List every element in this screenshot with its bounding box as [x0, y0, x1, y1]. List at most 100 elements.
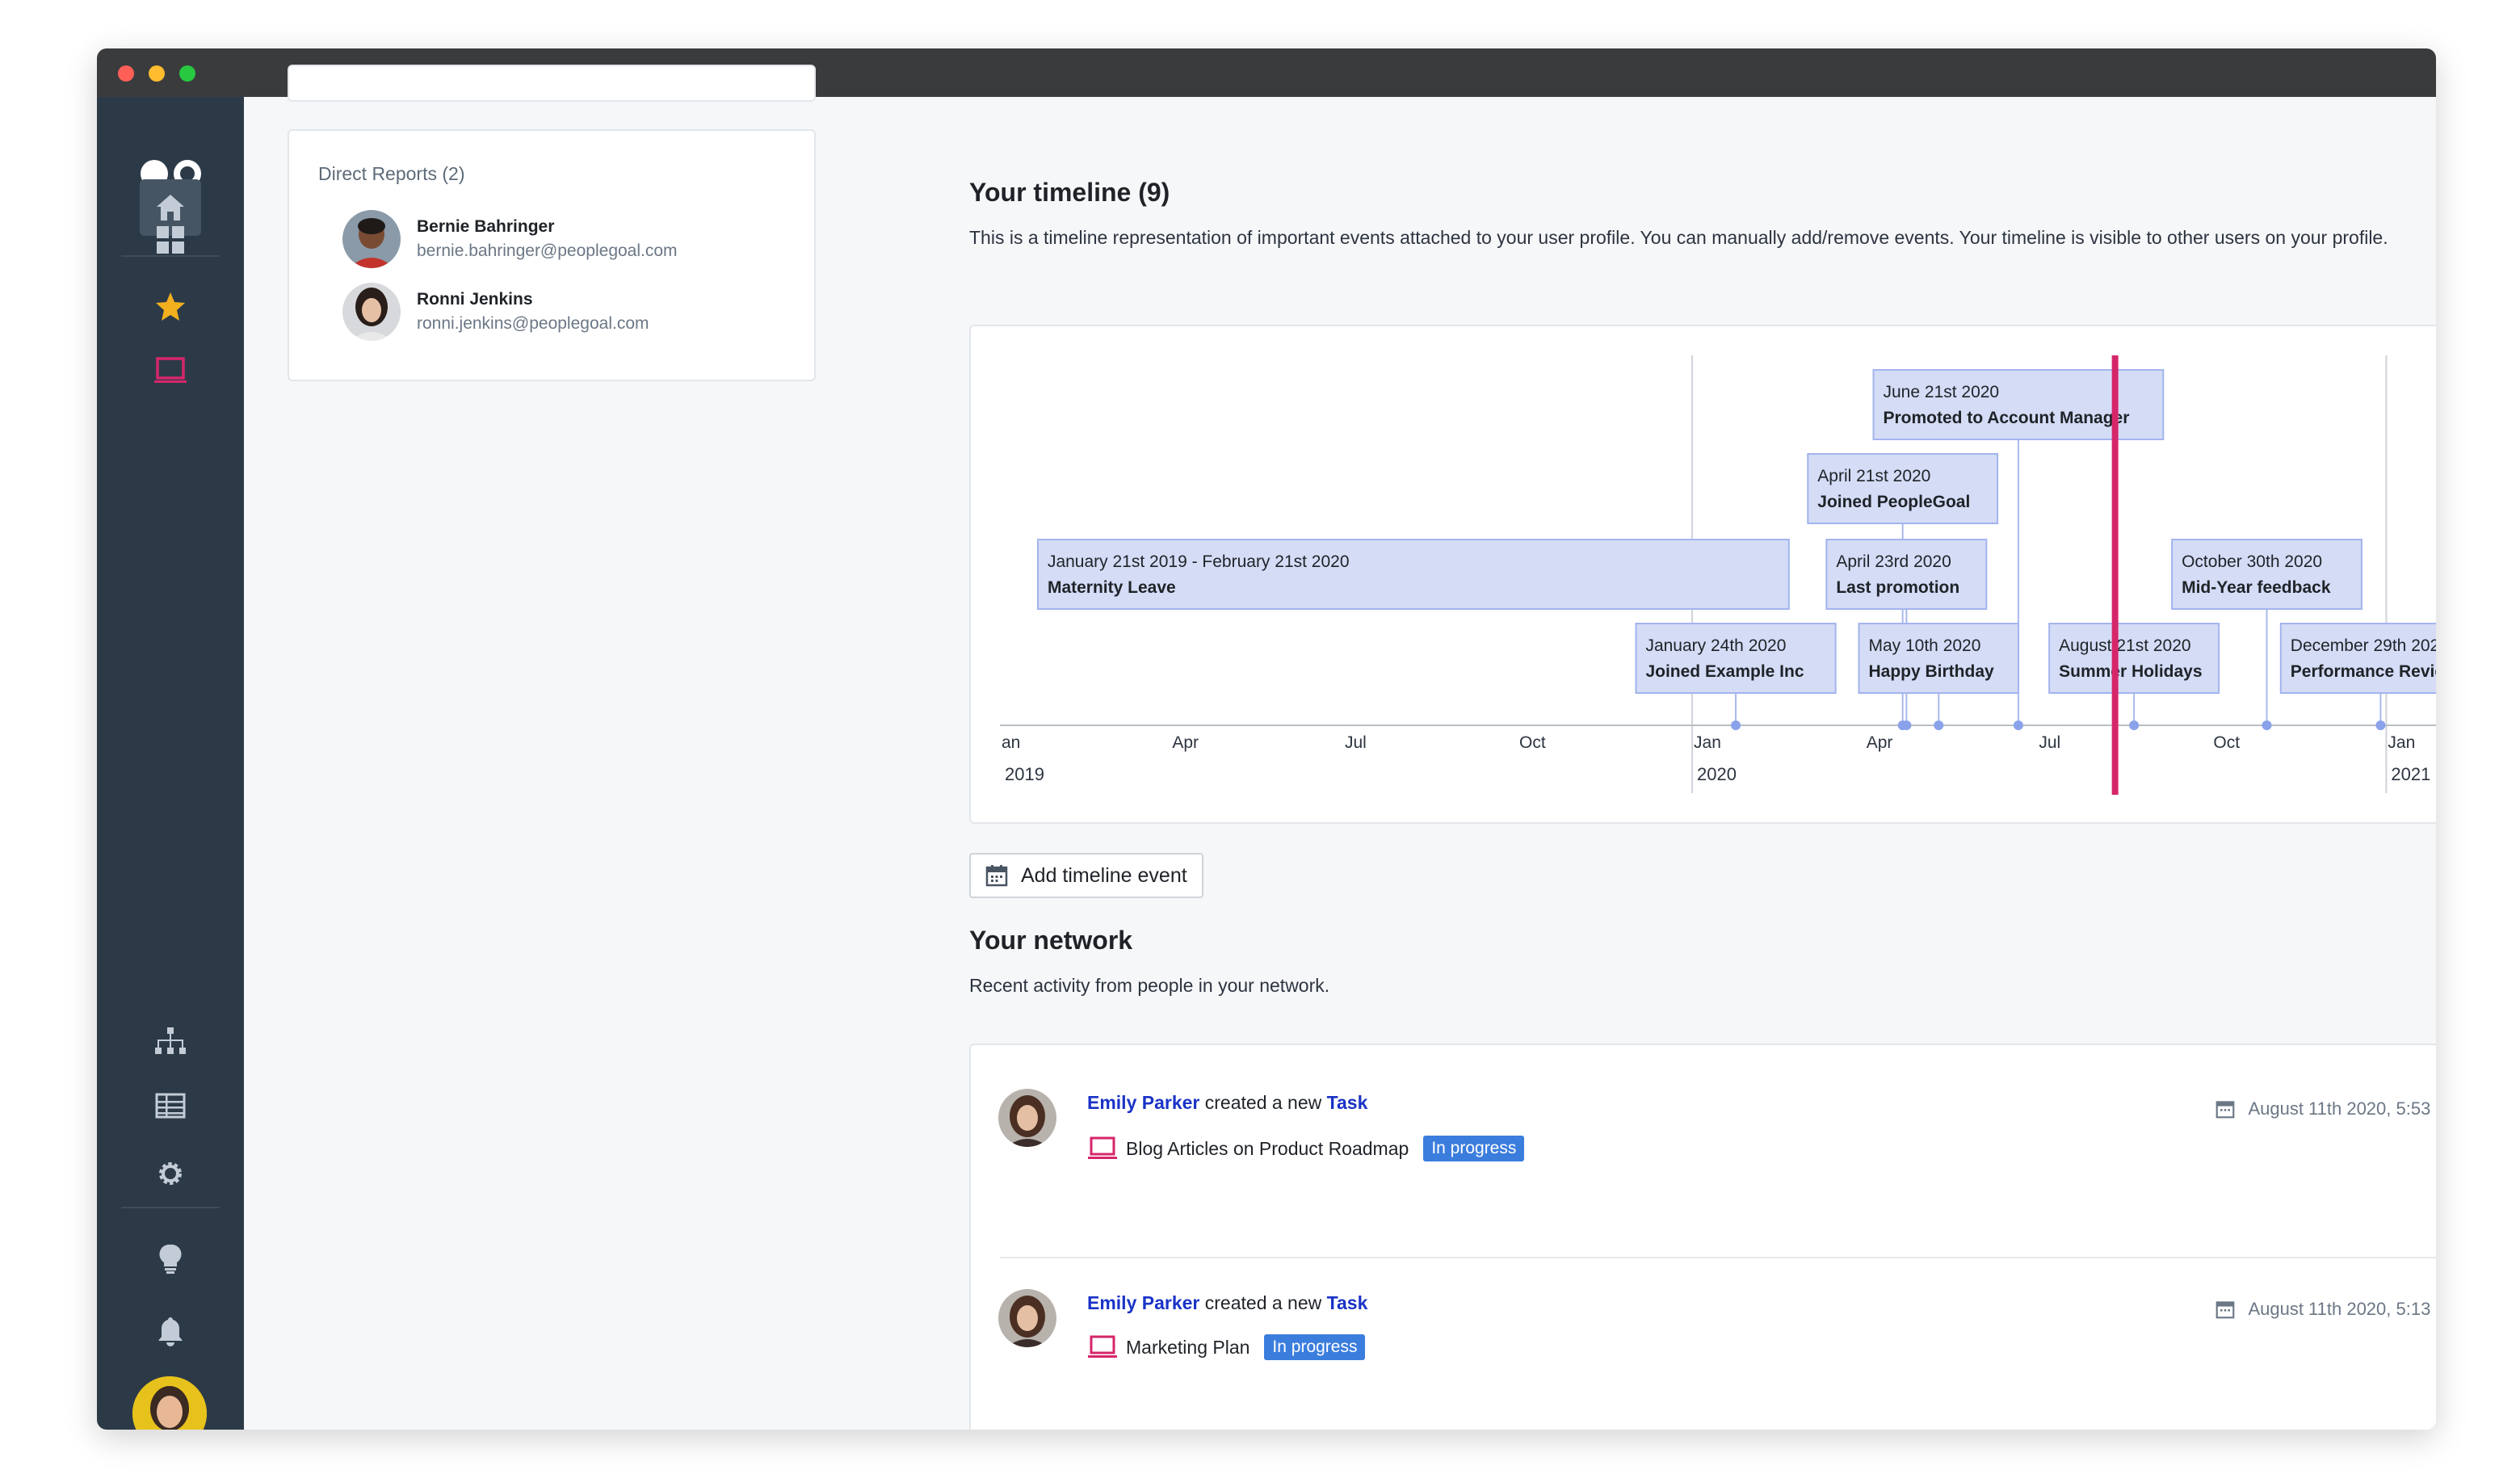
direct-report-item[interactable]: Ronni Jenkins ronni.jenkins@peoplegoal.c…	[342, 283, 649, 341]
calendar-icon	[985, 865, 1008, 887]
sidebar-divider	[121, 1207, 220, 1208]
task-title[interactable]: Marketing Plan	[1126, 1337, 1250, 1359]
status-badge: In progress	[1423, 1136, 1525, 1161]
lightbulb-icon	[159, 1244, 182, 1274]
avatar	[342, 210, 401, 268]
year-tick-label: 2020	[1697, 764, 1737, 784]
direct-reports-title: Direct Reports (2)	[318, 163, 465, 184]
year-tick-label: 2019	[1005, 764, 1044, 784]
sidebar-item-dashboard[interactable]	[140, 212, 201, 268]
task-title[interactable]: Blog Articles on Product Roadmap	[1126, 1138, 1409, 1160]
timeline-title: Your timeline (9)	[969, 178, 1170, 207]
activity-date: August 11th 2020, 5:13 pm	[2216, 1299, 2436, 1320]
event-marker	[2375, 720, 2386, 730]
network-activity-card: Emily Parker created a new Task Blog Art…	[969, 1044, 2436, 1430]
event-box	[1825, 539, 1988, 610]
month-tick-label: Apr	[1172, 733, 1199, 752]
event-box	[1872, 369, 2165, 440]
event-title: Performance Review	[2291, 662, 2436, 681]
object-link[interactable]: Task	[1327, 1292, 1368, 1313]
sidebar-item-org-chart[interactable]	[140, 1013, 201, 1069]
direct-reports-card: Direct Reports (2) Bernie Bahringer bern…	[288, 129, 816, 381]
add-timeline-event-label: Add timeline event	[1021, 863, 1187, 887]
event-date-label: April 23rd 2020	[1836, 552, 1951, 571]
person-name[interactable]: Bernie Bahringer	[417, 217, 678, 237]
activity-date-text: August 11th 2020, 5:53 pm	[2248, 1098, 2436, 1119]
event-marker	[1731, 720, 1741, 730]
profile-card-partial	[288, 65, 816, 102]
event-title: Summer Holidays	[2059, 662, 2202, 681]
person-email[interactable]: ronni.jenkins@peoplegoal.com	[417, 314, 649, 334]
sidebar-item-tasks[interactable]	[140, 342, 201, 399]
event-marker	[2129, 720, 2140, 730]
laptop-icon	[154, 357, 187, 383]
avatar[interactable]	[998, 1289, 1056, 1347]
event-date-label: May 10th 2020	[1868, 636, 1980, 655]
sidebar	[97, 97, 244, 1430]
user-avatar[interactable]	[132, 1376, 207, 1430]
month-tick-label: Oct	[2213, 733, 2240, 752]
avatar-image	[342, 210, 401, 268]
event-marker	[1934, 720, 1944, 730]
event-title: Joined PeopleGoal	[1817, 493, 1970, 511]
avatar-image	[998, 1089, 1056, 1147]
event-date-label: June 21st 2020	[1884, 383, 2000, 401]
activity-verb: created a new	[1199, 1292, 1327, 1313]
sidebar-item-notifications[interactable]	[140, 1304, 201, 1360]
gear-icon	[159, 1162, 182, 1185]
month-tick-label: Apr	[1867, 733, 1893, 752]
star-icon	[156, 292, 185, 321]
activity-date-text: August 11th 2020, 5:13 pm	[2248, 1299, 2436, 1319]
avatar-image	[998, 1289, 1056, 1347]
person-name[interactable]: Ronni Jenkins	[417, 290, 649, 309]
minimize-window-button[interactable]	[149, 65, 165, 82]
month-tick-label: Jul	[1345, 733, 1367, 752]
activity-divider	[1000, 1257, 2436, 1258]
year-tick-label: 2021	[2391, 764, 2430, 784]
month-tick-label: Jan	[1694, 733, 1721, 752]
activity-object[interactable]: Marketing Plan In progress	[1087, 1334, 1366, 1360]
event-marker	[1901, 720, 1912, 730]
zoom-window-button[interactable]	[179, 65, 195, 82]
actor-link[interactable]: Emily Parker	[1087, 1092, 1199, 1113]
event-box	[1807, 453, 1999, 524]
main-content: Direct Reports (2) Bernie Bahringer bern…	[244, 65, 2436, 1430]
calendar-icon	[2216, 1101, 2235, 1119]
object-link[interactable]: Task	[1327, 1092, 1368, 1113]
event-date-label: August 21st 2020	[2059, 636, 2190, 655]
event-date-label: October 30th 2020	[2182, 552, 2322, 571]
event-date-label: April 21st 2020	[1817, 467, 1930, 485]
user-avatar-image	[132, 1376, 207, 1430]
sidebar-item-reports[interactable]	[140, 1077, 201, 1134]
event-date-label: January 21st 2019 - February 21st 2020	[1048, 552, 1350, 571]
direct-report-item[interactable]: Bernie Bahringer bernie.bahringer@people…	[342, 210, 678, 268]
event-marker	[2013, 720, 2023, 730]
timeline-chart: an Apr Jul Oct Jan Apr Jul Oct Jan 2019 2020 2021 Ju…	[1000, 355, 2436, 795]
event-box	[2171, 539, 2362, 610]
month-tick-label: Oct	[1519, 733, 1546, 752]
calendar-icon	[2216, 1301, 2235, 1319]
actor-link[interactable]: Emily Parker	[1087, 1292, 1199, 1313]
close-window-button[interactable]	[118, 65, 134, 82]
sidebar-item-ideas[interactable]	[140, 1231, 201, 1287]
person-email[interactable]: bernie.bahringer@peoplegoal.com	[417, 242, 678, 261]
avatar[interactable]	[998, 1089, 1056, 1147]
event-title: Last promotion	[1836, 578, 1959, 597]
activity-object[interactable]: Blog Articles on Product Roadmap In prog…	[1087, 1136, 1525, 1161]
event-box	[1036, 539, 1790, 610]
table-icon	[155, 1093, 186, 1119]
timeline-card: an Apr Jul Oct Jan Apr Jul Oct Jan 2019 2020 2021 Ju…	[969, 325, 2436, 824]
event-box	[1858, 623, 2020, 694]
sidebar-item-favorites[interactable]	[140, 278, 201, 334]
event-title: Joined Example Inc	[1645, 662, 1804, 681]
event-title: Maternity Leave	[1048, 578, 1176, 597]
avatar-image	[342, 283, 401, 341]
add-timeline-event-button[interactable]: Add timeline event	[969, 853, 1203, 898]
sidebar-divider	[121, 255, 220, 257]
activity-text: Emily Parker created a new Task	[1087, 1292, 1367, 1314]
today-marker	[2111, 355, 2119, 795]
event-title: Promoted to Account Manager	[1884, 409, 2130, 427]
activity-text: Emily Parker created a new Task	[1087, 1092, 1367, 1114]
activity-date: August 11th 2020, 5:53 pm	[2216, 1098, 2436, 1119]
sidebar-item-settings[interactable]	[140, 1145, 201, 1202]
